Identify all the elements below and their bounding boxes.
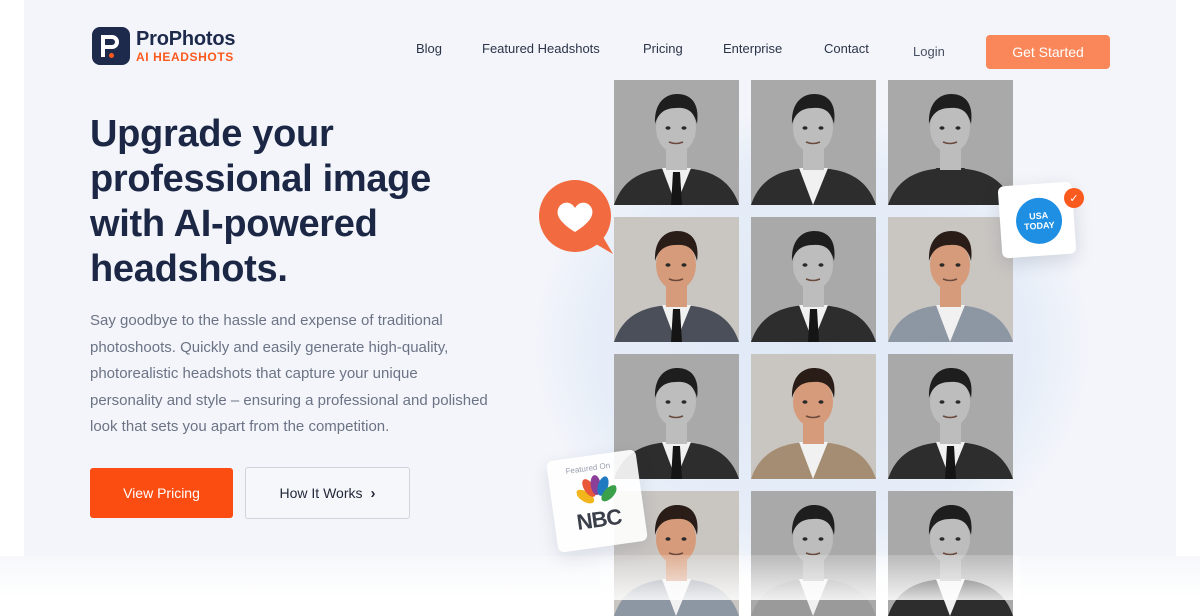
headshot-tile — [888, 354, 1013, 479]
gallery-fade — [600, 555, 1020, 600]
brand-name: ProPhotos — [136, 28, 236, 50]
get-started-button[interactable]: Get Started — [986, 35, 1110, 69]
check-icon: ✓ — [1064, 188, 1084, 208]
logo-mark-icon — [92, 27, 130, 65]
portrait-image — [888, 80, 1013, 205]
headshot-tile — [888, 217, 1013, 342]
portrait-image — [888, 354, 1013, 479]
nbc-badge: Featured On NBC — [546, 449, 648, 553]
headshot-tile — [751, 80, 876, 205]
usa-today-logo: USA TODAY — [1014, 196, 1064, 246]
view-pricing-button[interactable]: View Pricing — [90, 468, 233, 518]
headshot-tile — [888, 80, 1013, 205]
nav-contact[interactable]: Contact — [824, 41, 869, 56]
chevron-right-icon: › — [370, 484, 376, 502]
hero-paragraph: Say goodbye to the hassle and expense of… — [90, 312, 488, 435]
view-pricing-label: View Pricing — [123, 485, 200, 501]
nav-featured-headshots[interactable]: Featured Headshots — [482, 41, 600, 56]
brand-logo[interactable]: ProPhotos AI HEADSHOTS — [92, 27, 236, 65]
usa-today-word-2: TODAY — [1023, 219, 1055, 232]
headshot-tile — [614, 80, 739, 205]
headshot-tile — [751, 354, 876, 479]
portrait-image — [888, 217, 1013, 342]
brand-tagline: AI HEADSHOTS — [136, 50, 234, 64]
nav-blog[interactable]: Blog — [416, 41, 442, 56]
heart-bubble-icon — [537, 180, 615, 256]
nav-enterprise[interactable]: Enterprise — [723, 41, 782, 56]
portrait-image — [614, 80, 739, 205]
portrait-image — [614, 217, 739, 342]
hero-headline: Upgrade your professional image with AI-… — [90, 113, 431, 290]
portrait-image — [751, 217, 876, 342]
headshot-gallery — [614, 80, 1014, 616]
portrait-image — [751, 354, 876, 479]
how-it-works-button[interactable]: How It Works › — [245, 467, 410, 519]
nav-pricing[interactable]: Pricing — [643, 41, 683, 56]
how-it-works-label: How It Works — [279, 485, 363, 501]
peacock-icon — [576, 475, 617, 504]
portrait-image — [751, 80, 876, 205]
login-link[interactable]: Login — [913, 44, 945, 59]
headshot-tile — [751, 217, 876, 342]
headshot-tile — [614, 217, 739, 342]
nbc-wordmark: NBC — [575, 503, 623, 535]
